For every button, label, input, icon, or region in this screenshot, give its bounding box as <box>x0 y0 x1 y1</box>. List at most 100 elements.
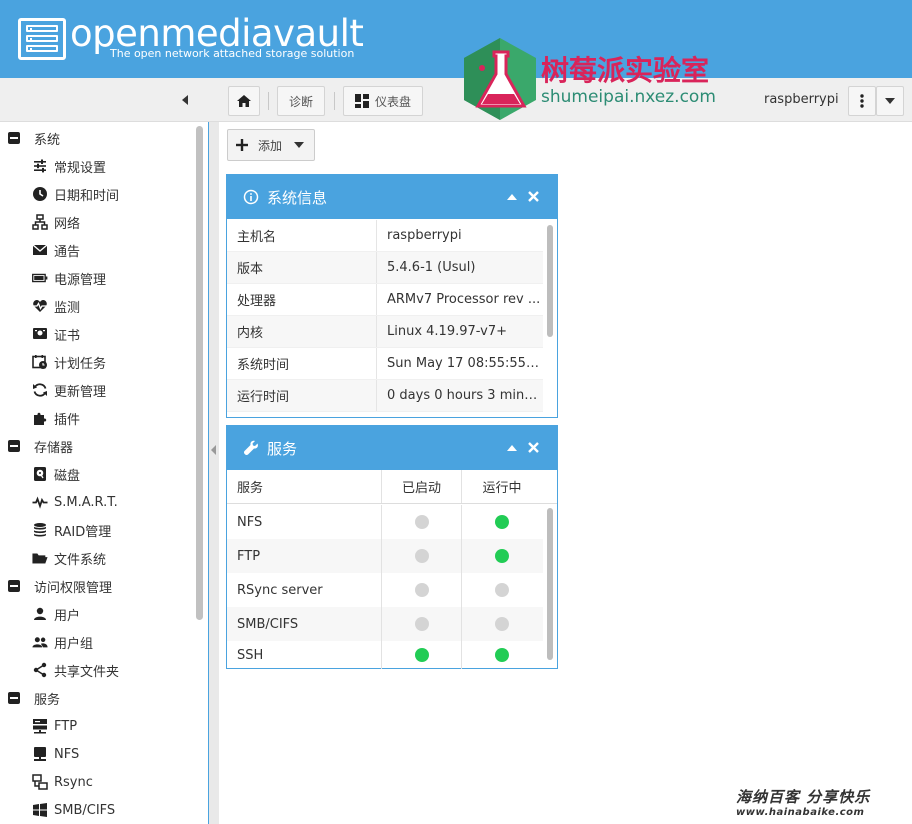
collapse-widget-icon[interactable] <box>507 194 517 200</box>
mail-icon <box>32 244 48 255</box>
sidebar-item-certificates[interactable]: 证书 <box>32 320 80 348</box>
sidebar-item-raid[interactable]: RAID管理 <box>32 516 111 544</box>
sysinfo-widget: 系统信息 主机名 raspberrypi 版本 5.4.6-1 (Usul) 处… <box>226 174 558 418</box>
status-dot <box>414 515 429 529</box>
vertical-dots-icon <box>860 94 864 108</box>
sidebar-item-power-management[interactable]: 电源管理 <box>32 264 106 292</box>
collapse-minus-icon <box>8 132 20 144</box>
column-header-enabled[interactable]: 已启动 <box>382 470 462 503</box>
sidebar-item-scheduled-jobs[interactable]: 计划任务 <box>32 348 106 376</box>
sidebar-item-label: 更新管理 <box>54 384 107 400</box>
status-dot <box>414 583 429 597</box>
sidebar: 系统 常规设置 日期和时间 网络 通告 电源管理 监测 证书 计划任务 更新管理… <box>0 122 209 824</box>
sidebar-item-file-systems[interactable]: 文件系统 <box>32 544 106 572</box>
more-dropdown-button[interactable] <box>876 86 904 116</box>
dashboard-icon <box>354 94 369 108</box>
sidebar-item-label: 证书 <box>54 328 81 344</box>
add-widget-button[interactable]: 添加 <box>227 129 315 161</box>
sidebar-item-groups[interactable]: 用户组 <box>32 628 93 656</box>
sidebar-item-label: S.M.A.R.T. <box>54 494 118 510</box>
info-icon <box>243 189 259 205</box>
toolbar: 诊断 仪表盘 raspberrypi <box>0 78 912 122</box>
sidebar-item-users[interactable]: 用户 <box>32 600 80 628</box>
sidebar-item-smb[interactable]: SMB/CIFS <box>32 796 115 824</box>
sidebar-item-label: 文件系统 <box>54 552 107 568</box>
puzzle-icon <box>34 412 47 425</box>
sidebar-group-label: 系统 <box>34 132 61 148</box>
table-row: SSH <box>227 641 543 669</box>
sidebar-group-system[interactable]: 系统 <box>8 124 60 152</box>
clock-icon <box>33 187 47 201</box>
sidebar-item-general-settings[interactable]: 常规设置 <box>32 152 106 180</box>
sidebar-item-label: 日期和时间 <box>54 188 120 204</box>
collapse-sidebar-icon[interactable] <box>178 93 192 107</box>
sidebar-item-plugins[interactable]: 插件 <box>32 404 80 432</box>
sidebar-item-rsync[interactable]: Rsync <box>32 768 93 796</box>
column-header-running[interactable]: 运行中 <box>462 470 542 503</box>
diagnostics-button[interactable]: 诊断 <box>277 86 325 116</box>
certificate-icon <box>33 328 47 339</box>
toolbar-separator <box>334 92 335 110</box>
footer-watermark: 海纳百客 分享快乐 www.hainabaike.com <box>736 788 912 824</box>
sidebar-item-disks[interactable]: 磁盘 <box>32 460 80 488</box>
info-key: 运行时间 <box>227 380 377 411</box>
caret-down-icon <box>885 98 895 104</box>
table-row: 主机名 raspberrypi <box>227 220 543 252</box>
sidebar-item-label: FTP <box>54 718 78 734</box>
sidebar-splitter[interactable] <box>209 122 219 824</box>
service-name: FTP <box>227 539 382 573</box>
sidebar-scrollbar[interactable] <box>196 126 203 620</box>
sidebar-item-label: RAID管理 <box>54 524 112 540</box>
info-value: Linux 4.19.97-v7+ <box>387 324 507 339</box>
services-widget-header: 服务 <box>227 426 557 470</box>
diagnostics-label: 诊断 <box>288 94 313 109</box>
calendar-clock-icon <box>32 355 47 369</box>
sidebar-item-label: 用户 <box>54 608 81 624</box>
sidebar-group-services[interactable]: 服务 <box>8 684 60 712</box>
sidebar-item-network[interactable]: 网络 <box>32 208 80 236</box>
sidebar-item-label: 磁盘 <box>54 468 81 484</box>
splitter-arrow-icon[interactable] <box>211 445 216 455</box>
sidebar-item-update-management[interactable]: 更新管理 <box>32 376 106 404</box>
user-icon <box>34 607 46 620</box>
services-scrollbar[interactable] <box>547 508 553 660</box>
sidebar-item-label: SMB/CIFS <box>54 802 116 818</box>
collapse-widget-icon[interactable] <box>507 445 517 451</box>
omv-logo-icon <box>18 18 66 60</box>
info-key: 主机名 <box>227 220 377 251</box>
more-menu-button[interactable] <box>848 86 876 116</box>
service-name: SMB/CIFS <box>227 607 382 641</box>
sidebar-group-access-rights[interactable]: 访问权限管理 <box>8 572 112 600</box>
users-icon <box>32 637 48 648</box>
sidebar-group-label: 存储器 <box>34 440 74 456</box>
services-widget: 服务 服务 已启动 运行中 NFS FTP RSync server SMB/C… <box>226 425 558 669</box>
sidebar-group-storage[interactable]: 存储器 <box>8 432 73 460</box>
service-name: SSH <box>227 641 382 669</box>
status-dot <box>495 549 509 563</box>
sidebar-item-shared-folders[interactable]: 共享文件夹 <box>32 656 119 684</box>
share-icon <box>33 662 47 678</box>
sysinfo-scrollbar[interactable] <box>547 225 553 337</box>
table-row: 系统时间 Sun May 17 08:55:55 ... <box>227 348 543 380</box>
table-row: 内核 Linux 4.19.97-v7+ <box>227 316 543 348</box>
column-header-service[interactable]: 服务 <box>227 470 382 503</box>
info-value: 5.4.6-1 (Usul) <box>387 260 476 275</box>
table-header: 服务 已启动 运行中 <box>227 470 557 504</box>
sidebar-item-nfs[interactable]: NFS <box>32 740 79 768</box>
sidebar-item-ftp[interactable]: FTP <box>32 712 77 740</box>
toolbar-separator <box>268 92 269 110</box>
sidebar-item-notification[interactable]: 通告 <box>32 236 80 264</box>
sidebar-item-label: 通告 <box>54 244 81 260</box>
close-icon[interactable] <box>527 190 540 203</box>
sidebar-item-label: 网络 <box>54 216 81 232</box>
sidebar-item-smart[interactable]: S.M.A.R.T. <box>32 488 118 516</box>
dashboard-button[interactable]: 仪表盘 <box>343 86 423 116</box>
sidebar-item-monitoring[interactable]: 监测 <box>32 292 80 320</box>
network-icon <box>32 214 48 230</box>
info-key: 内核 <box>227 316 377 347</box>
app-header: openmediavault The open network attached… <box>0 0 912 78</box>
sidebar-item-label: 电源管理 <box>54 272 107 288</box>
sidebar-item-date-time[interactable]: 日期和时间 <box>32 180 119 208</box>
close-icon[interactable] <box>527 441 540 454</box>
home-button[interactable] <box>228 86 260 116</box>
